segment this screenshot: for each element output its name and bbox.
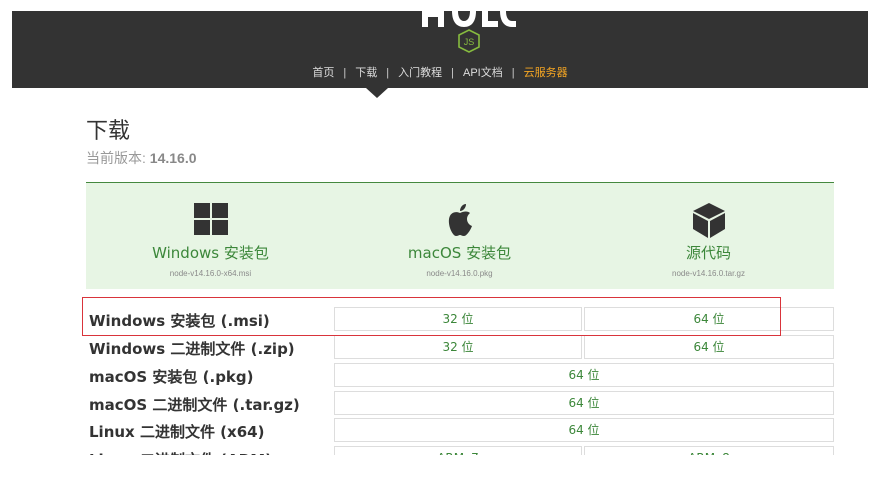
svg-text:JS: JS	[464, 37, 475, 47]
active-nav-indicator	[366, 88, 388, 98]
download-source-code[interactable]: 源代码 node-v14.16.0.tar.gz	[584, 183, 833, 289]
nav-download[interactable]: 下载	[346, 64, 386, 80]
download-windows-installer[interactable]: Windows 安装包 node-v14.16.0-x64.msi	[86, 183, 335, 289]
table-row: Windows 二进制文件 (.zip) 32 位 64 位	[86, 335, 834, 359]
main-nav: 首页 | 下载 | 入门教程 | API文档 | 云服务器	[12, 64, 868, 80]
download-filename: node-v14.16.0-x64.msi	[169, 269, 252, 278]
download-link-64bit[interactable]: 64 位	[334, 363, 834, 387]
highlight-box	[82, 297, 781, 336]
download-link-32bit[interactable]: 32 位	[334, 335, 582, 359]
nav-cloud-server[interactable]: 云服务器	[515, 64, 577, 80]
download-options-panel: Windows 安装包 node-v14.16.0-x64.msi macOS …	[86, 182, 834, 289]
download-link-64bit[interactable]: 64 位	[334, 391, 834, 415]
download-label: macOS 安装包	[407, 244, 512, 262]
current-version: 当前版本: 14.16.0	[86, 148, 197, 168]
download-label: Windows 安装包	[152, 244, 269, 262]
nav-home[interactable]: 首页	[303, 64, 343, 80]
nav-tutorial[interactable]: 入门教程	[389, 64, 451, 80]
version-value: 14.16.0	[149, 150, 197, 166]
row-label: Linux 二进制文件 (x64)	[89, 423, 265, 441]
table-row: macOS 安装包 (.pkg) 64 位	[86, 363, 834, 387]
box-icon	[692, 203, 725, 238]
download-link-64bit[interactable]: 64 位	[334, 418, 834, 442]
download-filename: node-v14.16.0.tar.gz	[672, 269, 745, 278]
download-label: 源代码	[685, 244, 731, 262]
node-logo[interactable]: JS	[408, 11, 520, 57]
download-filename: node-v14.16.0.pkg	[426, 269, 493, 278]
windows-icon	[193, 203, 228, 235]
table-row: macOS 二进制文件 (.tar.gz) 64 位	[86, 391, 834, 415]
nav-api-docs[interactable]: API文档	[454, 64, 512, 80]
apple-icon	[448, 204, 472, 236]
page-title: 下载	[86, 119, 131, 144]
site-header: JS 首页 | 下载 | 入门教程 | API文档 | 云服务器	[12, 11, 868, 88]
page-crop-mask	[0, 455, 877, 483]
table-row: Linux 二进制文件 (x64) 64 位	[86, 418, 834, 442]
row-label: Windows 二进制文件 (.zip)	[89, 340, 295, 358]
row-label: macOS 二进制文件 (.tar.gz)	[89, 396, 300, 414]
download-link-64bit[interactable]: 64 位	[584, 335, 834, 359]
version-label: 当前版本:	[86, 150, 150, 166]
download-macos-installer[interactable]: macOS 安装包 node-v14.16.0.pkg	[335, 183, 584, 289]
row-label: macOS 安装包 (.pkg)	[89, 368, 254, 386]
